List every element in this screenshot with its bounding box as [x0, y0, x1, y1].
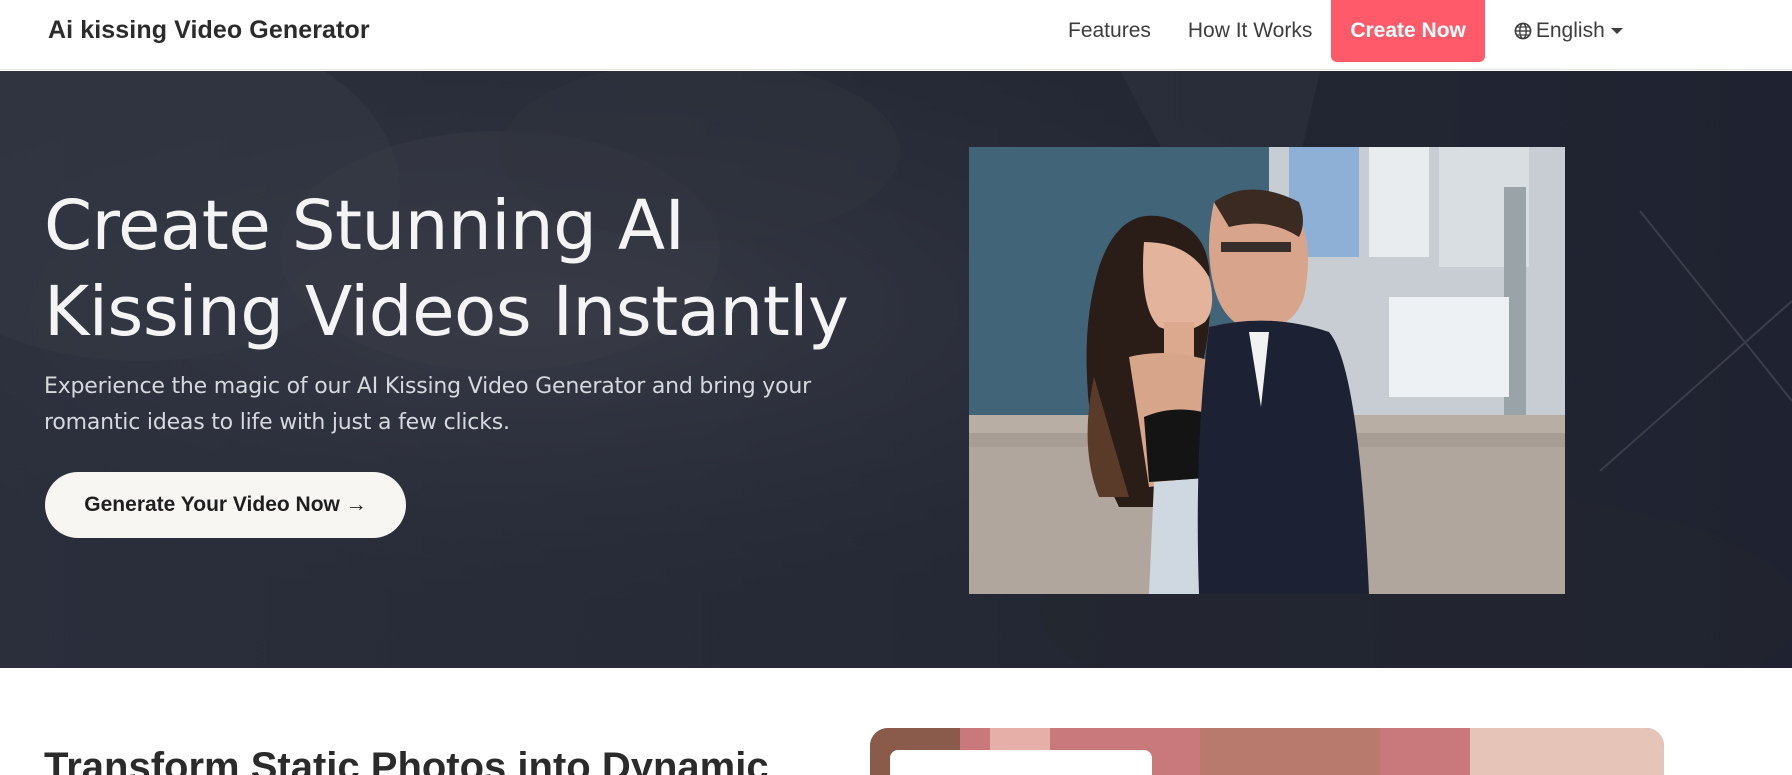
language-dropdown[interactable]: English — [1514, 19, 1623, 43]
language-label: English — [1535, 19, 1605, 42]
nav-links: Features How It Works Create Now English — [1068, 0, 1623, 62]
hero-subtitle-line-2: romantic ideas to life with just a few c… — [44, 410, 510, 435]
generate-video-button[interactable]: Generate Your Video Now → — [45, 472, 406, 538]
site-brand[interactable]: Ai kissing Video Generator — [48, 14, 370, 46]
hero-title-line-1: Create Stunning AI — [44, 186, 685, 266]
nav-link-how-it-works[interactable]: How It Works — [1188, 19, 1312, 43]
hero-title-line-2: Kissing Videos Instantly — [44, 272, 849, 352]
chevron-down-icon — [1610, 28, 1623, 34]
section-preview-image — [870, 728, 1664, 775]
hero-section: Create Stunning AI Kissing Videos Instan… — [0, 71, 1792, 668]
hero-subtitle: Experience the magic of our AI Kissing V… — [44, 369, 844, 441]
section-title: Transform Static Photos into Dynamic — [44, 745, 769, 775]
globe-icon — [1514, 22, 1532, 40]
hero-subtitle-line-1: Experience the magic of our AI Kissing V… — [44, 374, 811, 399]
nav-link-features[interactable]: Features — [1068, 19, 1151, 43]
hero-couple-kissing-image — [969, 147, 1565, 594]
top-navbar: Ai kissing Video Generator Features How … — [0, 0, 1792, 70]
hero-title: Create Stunning AI Kissing Videos Instan… — [44, 183, 864, 355]
create-now-button[interactable]: Create Now — [1331, 0, 1485, 62]
